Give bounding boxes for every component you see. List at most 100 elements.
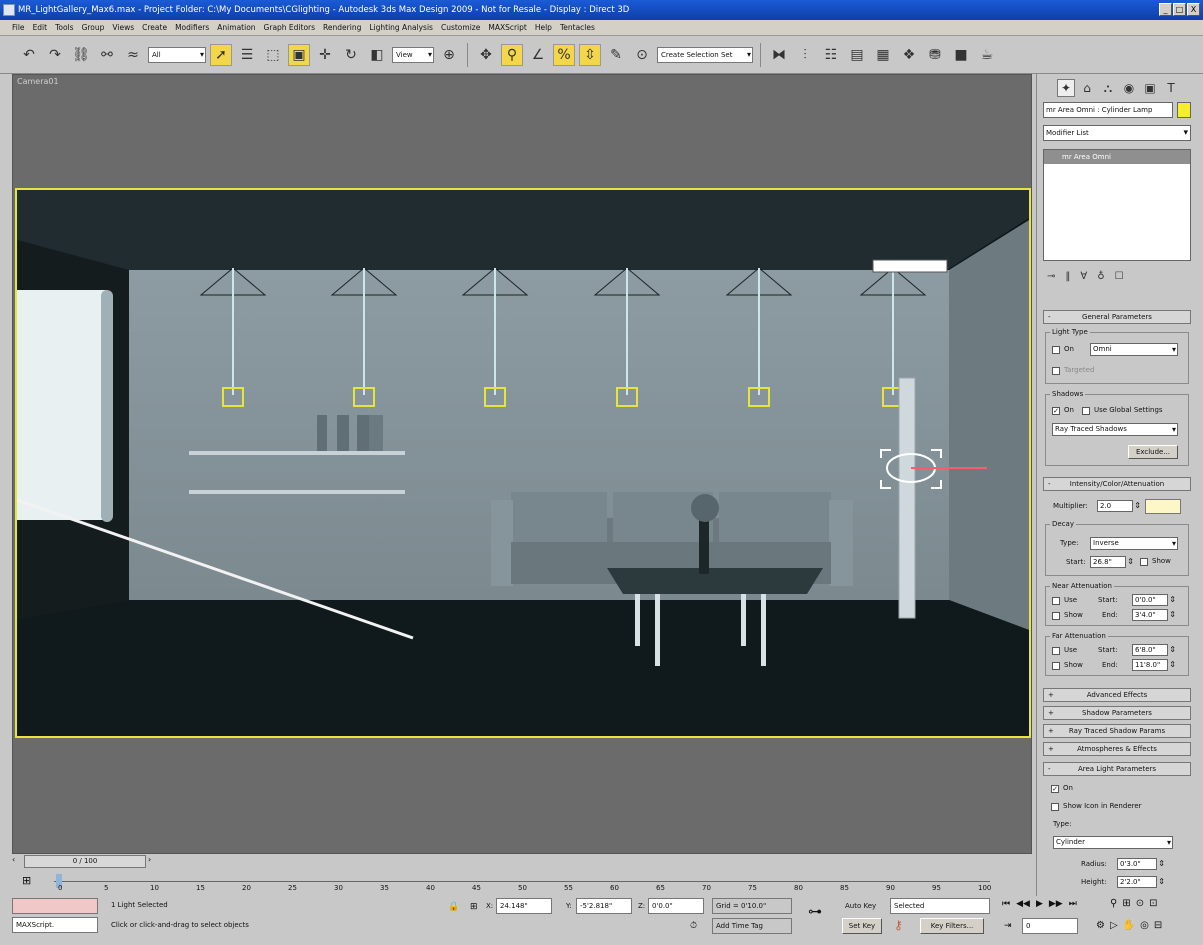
- camera-viewport[interactable]: Camera01: [12, 74, 1032, 854]
- orbit-camera-icon[interactable]: ◎: [1140, 920, 1149, 931]
- min-max-toggle-icon[interactable]: ⊟: [1154, 920, 1162, 931]
- go-to-end-icon[interactable]: ⏭: [1069, 899, 1077, 909]
- select-manipulate-icon[interactable]: ✥: [475, 44, 497, 66]
- current-frame-field[interactable]: 0: [1022, 918, 1078, 934]
- area-light-parameters-rollout[interactable]: - Area Light Parameters: [1043, 762, 1191, 776]
- maximize-button[interactable]: □: [1173, 3, 1186, 16]
- time-slider[interactable]: 0 / 100: [24, 855, 146, 868]
- menu-views[interactable]: Views: [112, 23, 134, 32]
- create-tab-icon[interactable]: ✦: [1057, 79, 1075, 97]
- area-on-checkbox[interactable]: ✓: [1051, 785, 1059, 793]
- far-start-spinner[interactable]: 6'8.0": [1132, 644, 1176, 656]
- advanced-effects-rollout[interactable]: + Advanced Effects: [1043, 688, 1191, 702]
- layer-manager-icon[interactable]: ☷: [820, 44, 842, 66]
- shadow-parameters-rollout[interactable]: + Shadow Parameters: [1043, 706, 1191, 720]
- curve-editor-icon[interactable]: ▤: [846, 44, 868, 66]
- near-use-checkbox[interactable]: [1052, 597, 1060, 605]
- scale-icon[interactable]: ◧: [366, 44, 388, 66]
- decay-start-spinner[interactable]: 26.8": [1090, 556, 1134, 568]
- unlink-icon[interactable]: ⚯: [96, 44, 118, 66]
- minimize-button[interactable]: _: [1159, 3, 1172, 16]
- utilities-tab-icon[interactable]: T: [1162, 79, 1180, 97]
- named-selection-set-dropdown[interactable]: Create Selection Set: [657, 46, 753, 63]
- pan-icon[interactable]: ✋: [1123, 920, 1135, 931]
- general-parameters-rollout[interactable]: - General Parameters: [1043, 310, 1191, 324]
- decay-type-dropdown[interactable]: Inverse: [1090, 537, 1178, 550]
- snaps-toggle-icon[interactable]: ⚲: [501, 43, 523, 66]
- targeted-checkbox[interactable]: [1052, 367, 1060, 375]
- menu-tentacles[interactable]: Tentacles: [560, 23, 595, 32]
- multiplier-spinner[interactable]: 2.0: [1097, 500, 1141, 512]
- set-key-button[interactable]: Set Key: [842, 918, 882, 934]
- motion-tab-icon[interactable]: ◉: [1120, 79, 1138, 97]
- set-keys-icon[interactable]: ⚷: [894, 918, 903, 932]
- time-prev-icon[interactable]: ‹: [12, 855, 15, 864]
- z-coordinate-field[interactable]: 0'0.0": [648, 898, 704, 914]
- menu-graph-editors[interactable]: Graph Editors: [264, 23, 316, 32]
- pin-stack-icon[interactable]: ⊸: [1047, 271, 1055, 282]
- reference-coordinate-dropdown[interactable]: View: [392, 46, 434, 63]
- menu-maxscript[interactable]: MAXScript: [488, 23, 527, 32]
- menu-file[interactable]: File: [12, 23, 25, 32]
- window-crossing-icon[interactable]: ▣: [288, 43, 310, 66]
- bind-space-warp-icon[interactable]: ≈: [122, 44, 144, 66]
- key-filters-button[interactable]: Key Filters...: [920, 918, 984, 934]
- y-coordinate-field[interactable]: -5'2.818": [576, 898, 632, 914]
- select-object-icon[interactable]: ➚: [210, 43, 232, 66]
- render-setup-icon[interactable]: ⛃: [924, 44, 946, 66]
- far-use-checkbox[interactable]: [1052, 647, 1060, 655]
- display-tab-icon[interactable]: ▣: [1141, 79, 1159, 97]
- move-icon[interactable]: ✛: [314, 44, 336, 66]
- ray-traced-shadow-params-rollout[interactable]: + Ray Traced Shadow Params: [1043, 724, 1191, 738]
- near-show-checkbox[interactable]: [1052, 612, 1060, 620]
- edit-named-selections-icon[interactable]: ✎: [605, 44, 627, 66]
- modifier-list-dropdown[interactable]: Modifier List: [1043, 125, 1191, 141]
- rendered-frame-window-icon[interactable]: ■: [950, 44, 972, 66]
- pivot-center-icon[interactable]: ⊕: [438, 44, 460, 66]
- far-show-checkbox[interactable]: [1052, 662, 1060, 670]
- align-icon[interactable]: ⫶: [794, 44, 816, 66]
- configure-modifier-sets-icon[interactable]: ☐: [1115, 271, 1124, 282]
- menu-create[interactable]: Create: [142, 23, 167, 32]
- link-icon[interactable]: ⛓: [70, 44, 92, 66]
- rotate-icon[interactable]: ↻: [340, 44, 362, 66]
- light-type-dropdown[interactable]: Omni: [1090, 343, 1178, 356]
- add-time-tag-button[interactable]: Add Time Tag: [712, 918, 792, 934]
- object-name-field[interactable]: mr Area Omni : Cylinder Lamp: [1043, 102, 1173, 118]
- previous-frame-icon[interactable]: ◀◀: [1016, 899, 1030, 909]
- show-icon-in-renderer-checkbox[interactable]: [1051, 803, 1059, 811]
- light-on-checkbox[interactable]: [1052, 346, 1060, 354]
- spinner-snap-icon[interactable]: ⇳: [579, 43, 601, 66]
- lock-selection-icon[interactable]: 🔒: [448, 902, 459, 912]
- remove-modifier-icon[interactable]: ♁: [1097, 271, 1104, 282]
- viewport-label[interactable]: Camera01: [17, 77, 59, 86]
- key-selection-dropdown[interactable]: Selected: [890, 898, 990, 914]
- menu-modifiers[interactable]: Modifiers: [175, 23, 209, 32]
- menu-tools[interactable]: Tools: [55, 23, 73, 32]
- maximize-viewport-icon[interactable]: ⊡: [1149, 898, 1157, 909]
- schematic-view-icon[interactable]: ▦: [872, 44, 894, 66]
- selection-filter-dropdown[interactable]: All: [148, 46, 206, 63]
- object-color-swatch[interactable]: [1177, 102, 1191, 118]
- far-end-spinner[interactable]: 11'8.0": [1132, 659, 1176, 671]
- select-by-name-icon[interactable]: ☰: [236, 44, 258, 66]
- shadows-on-checkbox[interactable]: ✓: [1052, 407, 1060, 415]
- modify-tab-icon[interactable]: ⌂: [1078, 79, 1096, 97]
- menu-lighting-analysis[interactable]: Lighting Analysis: [369, 23, 433, 32]
- close-button[interactable]: X: [1187, 3, 1200, 16]
- menu-animation[interactable]: Animation: [217, 23, 255, 32]
- undo-icon[interactable]: ↶: [18, 44, 40, 66]
- auto-key-button[interactable]: Auto Key: [845, 902, 876, 910]
- maxscript-listener[interactable]: MAXScript.: [12, 917, 98, 933]
- shadow-type-dropdown[interactable]: Ray Traced Shadows: [1052, 423, 1178, 436]
- light-color-swatch[interactable]: [1145, 499, 1181, 514]
- stack-item[interactable]: mr Area Omni: [1044, 150, 1190, 164]
- open-mini-curve-editor-icon[interactable]: ⊞: [22, 874, 31, 887]
- angle-snap-icon[interactable]: ∠: [527, 44, 549, 66]
- menu-help[interactable]: Help: [535, 23, 552, 32]
- menu-rendering[interactable]: Rendering: [323, 23, 361, 32]
- use-global-settings-checkbox[interactable]: [1082, 407, 1090, 415]
- make-unique-icon[interactable]: ∀: [1080, 271, 1087, 282]
- next-frame-icon[interactable]: ▶▶: [1049, 899, 1063, 909]
- modifier-stack[interactable]: mr Area Omni: [1043, 149, 1191, 261]
